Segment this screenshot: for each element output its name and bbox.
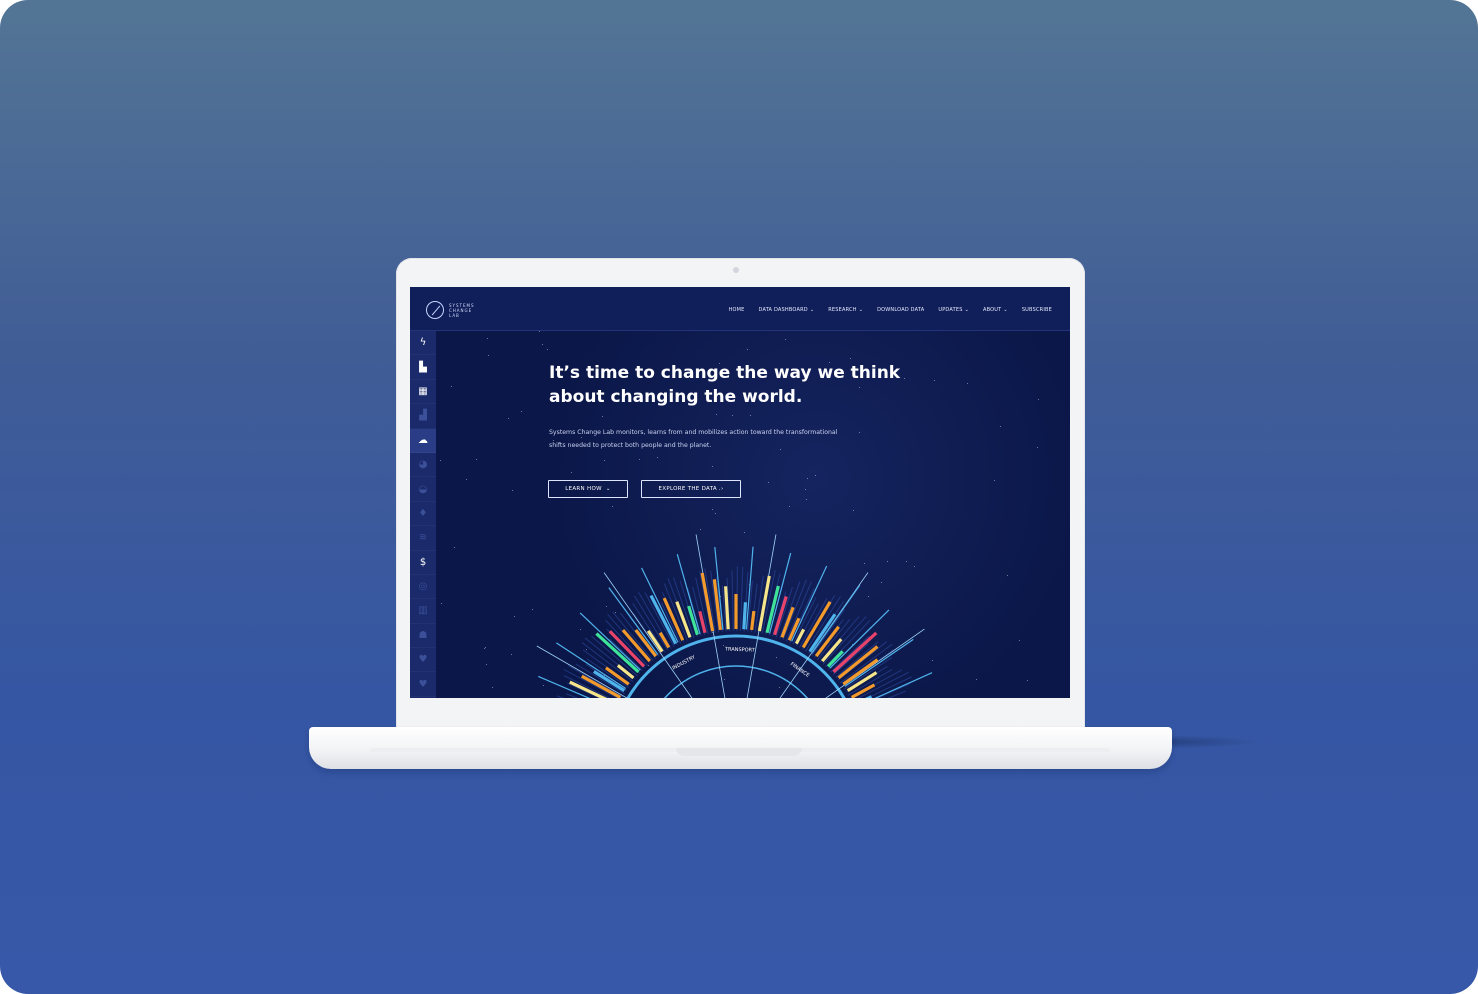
nav-label: RESEARCH (828, 307, 857, 313)
chevron-down-icon: ⌄ (858, 307, 864, 313)
chevron-down-icon: ⌄ (964, 307, 969, 313)
nav-research[interactable]: RESEARCH ⌄ (828, 307, 863, 313)
water-icon[interactable]: ♦ (410, 502, 436, 527)
laptop-notch (676, 748, 802, 756)
ocean-icon[interactable]: ≋ (410, 526, 436, 551)
logo-icon (426, 301, 444, 319)
people-icon[interactable]: ☗ (410, 624, 436, 649)
wheel-bar (742, 602, 748, 630)
wheel-bar (864, 695, 873, 698)
wheel-label-transport: TRANSPORT (724, 647, 756, 654)
top-navigation: SYSTEMS CHANGE LAB HOME DATA DASHBOARD ⌄ RE… (410, 287, 1070, 331)
main-menu: HOME DATA DASHBOARD ⌄ RESEARCH ⌄ DOWNLOAD DAT… (729, 307, 1052, 313)
wheel-label-industry: INDUSTRY (671, 654, 697, 672)
nav-label: ABOUT (983, 307, 1002, 313)
wheel-hatch (731, 570, 734, 632)
site-logo[interactable]: SYSTEMS CHANGE LAB (426, 301, 474, 319)
laptop-screen: It’s time to change the way we think abo… (410, 287, 1070, 698)
chevron-down-icon: ⌄ (1003, 307, 1008, 313)
buildings-icon[interactable]: ▦ (410, 380, 436, 405)
target-icon[interactable]: ◎ (410, 575, 436, 600)
nav-subscribe[interactable]: SUBSCRIBE (1022, 307, 1052, 313)
nav-data-dashboard[interactable]: DATA DASHBOARD ⌄ (759, 307, 815, 313)
land-icon[interactable]: ◒ (410, 477, 436, 502)
cloud-transport-icon[interactable]: ☁ (410, 428, 436, 453)
nav-download-data[interactable]: DOWNLOAD DATA (877, 307, 924, 313)
chevron-down-icon: ⌄ (809, 307, 815, 313)
nav-home[interactable]: HOME (729, 307, 745, 313)
logo-line-3: LAB (449, 312, 460, 318)
nav-label: SUBSCRIBE (1021, 307, 1052, 313)
wheel-label-finance: FINANCE (789, 661, 810, 678)
nav-label: HOME (728, 307, 745, 313)
systems-wheel-graphic[interactable]: INDUSTRY TRANSPORT FINANCE (436, 331, 1070, 698)
handshake-icon[interactable]: ♥ (410, 648, 436, 673)
sector-sidebar: ϟ ▙ ▦ ▟ ☁ ◕ ◒ ♦ ≋ $ ◎ ▥ ☗ ♥ ♥ (410, 331, 436, 698)
nav-label: UPDATES (938, 307, 963, 313)
support-icon[interactable]: ♥ (410, 672, 436, 697)
city-icon[interactable]: ▟ (410, 404, 436, 429)
food-icon[interactable]: ◕ (410, 453, 436, 478)
hero-section: It’s time to change the way we think abo… (436, 331, 1070, 698)
finance-icon[interactable]: $ (410, 551, 436, 575)
government-icon[interactable]: ▥ (410, 599, 436, 624)
nav-about[interactable]: ABOUT ⌄ (983, 307, 1008, 313)
wheel-bar (750, 610, 756, 631)
nav-label: DOWNLOAD DATA (877, 307, 925, 313)
wheel-hatch (740, 567, 744, 632)
power-icon[interactable]: ϟ (410, 331, 436, 356)
industry-icon[interactable]: ▙ (410, 355, 436, 380)
page-background: It’s time to change the way we think abo… (0, 0, 1478, 994)
camera-icon (733, 267, 739, 273)
nav-updates[interactable]: UPDATES ⌄ (938, 307, 969, 313)
nav-label: DATA DASHBOARD (758, 307, 808, 313)
